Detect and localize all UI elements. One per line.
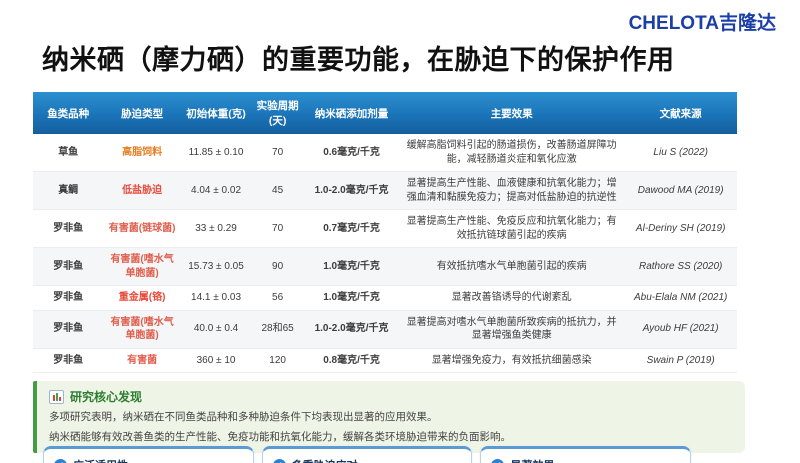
- cell-dose: 0.6毫克/千克: [304, 134, 399, 172]
- cell-period: 120: [251, 348, 304, 373]
- cell-period: 90: [251, 248, 304, 286]
- check-circle-icon: ✓: [54, 459, 67, 463]
- header-period: 实验周期(天): [251, 92, 304, 134]
- card-header: ✓ 广泛适用性: [54, 457, 243, 463]
- card-title: 显著效果: [510, 457, 554, 463]
- cell-stress: 有害菌: [103, 348, 180, 373]
- cell-source: Abu-Elala NM (2021): [624, 286, 737, 311]
- card-significant-effect: ✓ 显著效果 提高免疫力、抗氧化能力、生产性能和抗病能力: [480, 446, 691, 463]
- cell-weight: 15.73 ± 0.05: [181, 248, 251, 286]
- cell-period: 70: [251, 210, 304, 248]
- header-source: 文献来源: [624, 92, 737, 134]
- cell-effect: 缓解高脂饲料引起的肠道损伤，改善肠道屏障功能，减轻肠道炎症和氧化应激: [399, 134, 624, 172]
- cell-species: 罗非鱼: [33, 348, 103, 373]
- cell-period: 45: [251, 172, 304, 210]
- cell-weight: 14.1 ± 0.03: [181, 286, 251, 311]
- cell-weight: 11.85 ± 0.10: [181, 134, 251, 172]
- cell-period: 56: [251, 286, 304, 311]
- cell-source: Liu S (2022): [624, 134, 737, 172]
- card-applicability: ✓ 广泛适用性 纳米硒对草鱼、真鲷、罗非鱼等多种鱼类均有显著效果: [43, 446, 254, 463]
- cell-stress: 高脂饲料: [103, 134, 180, 172]
- cell-source: Ayoub HF (2021): [624, 310, 737, 348]
- cell-species: 罗非鱼: [33, 310, 103, 348]
- card-multi-stress: ✓ 多重胁迫应对 有效应对高脂饲料、低盐、有害菌、重金属等多种胁迫条件: [262, 446, 473, 463]
- cell-source: Rathore SS (2020): [624, 248, 737, 286]
- table-row: 罗非鱼有害菌(链球菌)33 ± 0.29700.7毫克/千克显著提高生产性能、免…: [33, 210, 737, 248]
- cell-weight: 40.0 ± 0.4: [181, 310, 251, 348]
- cell-stress: 有害菌(嗜水气单胞菌): [103, 248, 180, 286]
- table-row: 罗非鱼重金属(铬)14.1 ± 0.03561.0毫克/千克显著改善铬诱导的代谢…: [33, 286, 737, 311]
- table-row: 真鲷低盐胁迫4.04 ± 0.02451.0-2.0毫克/千克显著提高生产性能、…: [33, 172, 737, 210]
- cell-period: 28和65: [251, 310, 304, 348]
- cell-effect: 显著提高生产性能、血液健康和抗氧化能力；增强血清和黏膜免疫力；提高对低盐胁迫的抗…: [399, 172, 624, 210]
- cell-species: 罗非鱼: [33, 248, 103, 286]
- cell-stress: 重金属(铬): [103, 286, 180, 311]
- cell-effect: 显著提高对嗜水气单胞菌所致疾病的抵抗力，并显著增强鱼类健康: [399, 310, 624, 348]
- cell-species: 罗非鱼: [33, 210, 103, 248]
- cell-dose: 0.7毫克/千克: [304, 210, 399, 248]
- summary-cards: ✓ 广泛适用性 纳米硒对草鱼、真鲷、罗非鱼等多种鱼类均有显著效果 ✓ 多重胁迫应…: [43, 446, 691, 463]
- header-weight: 初始体重(克): [181, 92, 251, 134]
- cell-species: 真鲷: [33, 172, 103, 210]
- cell-dose: 1.0毫克/千克: [304, 286, 399, 311]
- cell-stress: 有害菌(嗜水气单胞菌): [103, 310, 180, 348]
- cell-weight: 360 ± 10: [181, 348, 251, 373]
- header-dose: 纳米硒添加剂量: [304, 92, 399, 134]
- card-title: 广泛适用性: [73, 457, 128, 463]
- table-row: 罗非鱼有害菌(嗜水气单胞菌)40.0 ± 0.428和651.0-2.0毫克/千…: [33, 310, 737, 348]
- brand-logo: CHELOTA吉隆达: [629, 8, 776, 35]
- findings-header: 研究核心发现: [49, 388, 731, 405]
- check-circle-icon: ✓: [491, 459, 504, 463]
- table-row: 草鱼高脂饲料11.85 ± 0.10700.6毫克/千克缓解高脂饲料引起的肠道损…: [33, 134, 737, 172]
- cell-effect: 有效抵抗嗜水气单胞菌引起的疾病: [399, 248, 624, 286]
- findings-panel: 研究核心发现 多项研究表明，纳米硒在不同鱼类品种和多种胁迫条件下均表现出显著的应…: [33, 381, 745, 453]
- cell-species: 罗非鱼: [33, 286, 103, 311]
- header-stress: 胁迫类型: [103, 92, 180, 134]
- cell-source: Al-Deriny SH (2019): [624, 210, 737, 248]
- cell-species: 草鱼: [33, 134, 103, 172]
- card-header: ✓ 多重胁迫应对: [273, 457, 462, 463]
- cell-stress: 有害菌(链球菌): [103, 210, 180, 248]
- table-header-row: 鱼类品种 胁迫类型 初始体重(克) 实验周期(天) 纳米硒添加剂量 主要效果 文…: [33, 92, 737, 134]
- check-circle-icon: ✓: [273, 459, 286, 463]
- header-species: 鱼类品种: [33, 92, 103, 134]
- slide: CHELOTA吉隆达 纳米硒（摩力硒）的重要功能，在胁迫下的保护作用 鱼类品种 …: [0, 0, 800, 463]
- cell-effect: 显著改善铬诱导的代谢紊乱: [399, 286, 624, 311]
- cell-weight: 4.04 ± 0.02: [181, 172, 251, 210]
- cell-dose: 1.0毫克/千克: [304, 248, 399, 286]
- cell-weight: 33 ± 0.29: [181, 210, 251, 248]
- cell-period: 70: [251, 134, 304, 172]
- cell-dose: 0.8毫克/千克: [304, 348, 399, 373]
- header-effect: 主要效果: [399, 92, 624, 134]
- table-row: 罗非鱼有害菌(嗜水气单胞菌)15.73 ± 0.05901.0毫克/千克有效抵抗…: [33, 248, 737, 286]
- cell-source: Dawood MA (2019): [624, 172, 737, 210]
- card-header: ✓ 显著效果: [491, 457, 680, 463]
- findings-line: 纳米硒能够有效改善鱼类的生产性能、免疫功能和抗氧化能力，缓解各类环境胁迫带来的负…: [49, 430, 731, 445]
- cell-effect: 显著增强免疫力，有效抵抗细菌感染: [399, 348, 624, 373]
- cell-dose: 1.0-2.0毫克/千克: [304, 310, 399, 348]
- findings-line: 多项研究表明，纳米硒在不同鱼类品种和多种胁迫条件下均表现出显著的应用效果。: [49, 410, 731, 425]
- results-table: 鱼类品种 胁迫类型 初始体重(克) 实验周期(天) 纳米硒添加剂量 主要效果 文…: [33, 92, 737, 373]
- cell-dose: 1.0-2.0毫克/千克: [304, 172, 399, 210]
- bar-chart-icon: [49, 390, 64, 404]
- cell-effect: 显著提高生产性能、免疫反应和抗氧化能力；有效抵抗链球菌引起的疾病: [399, 210, 624, 248]
- cell-stress: 低盐胁迫: [103, 172, 180, 210]
- cell-source: Swain P (2019): [624, 348, 737, 373]
- table-row: 罗非鱼有害菌360 ± 101200.8毫克/千克显著增强免疫力，有效抵抗细菌感…: [33, 348, 737, 373]
- card-title: 多重胁迫应对: [292, 457, 358, 463]
- findings-title: 研究核心发现: [70, 388, 142, 405]
